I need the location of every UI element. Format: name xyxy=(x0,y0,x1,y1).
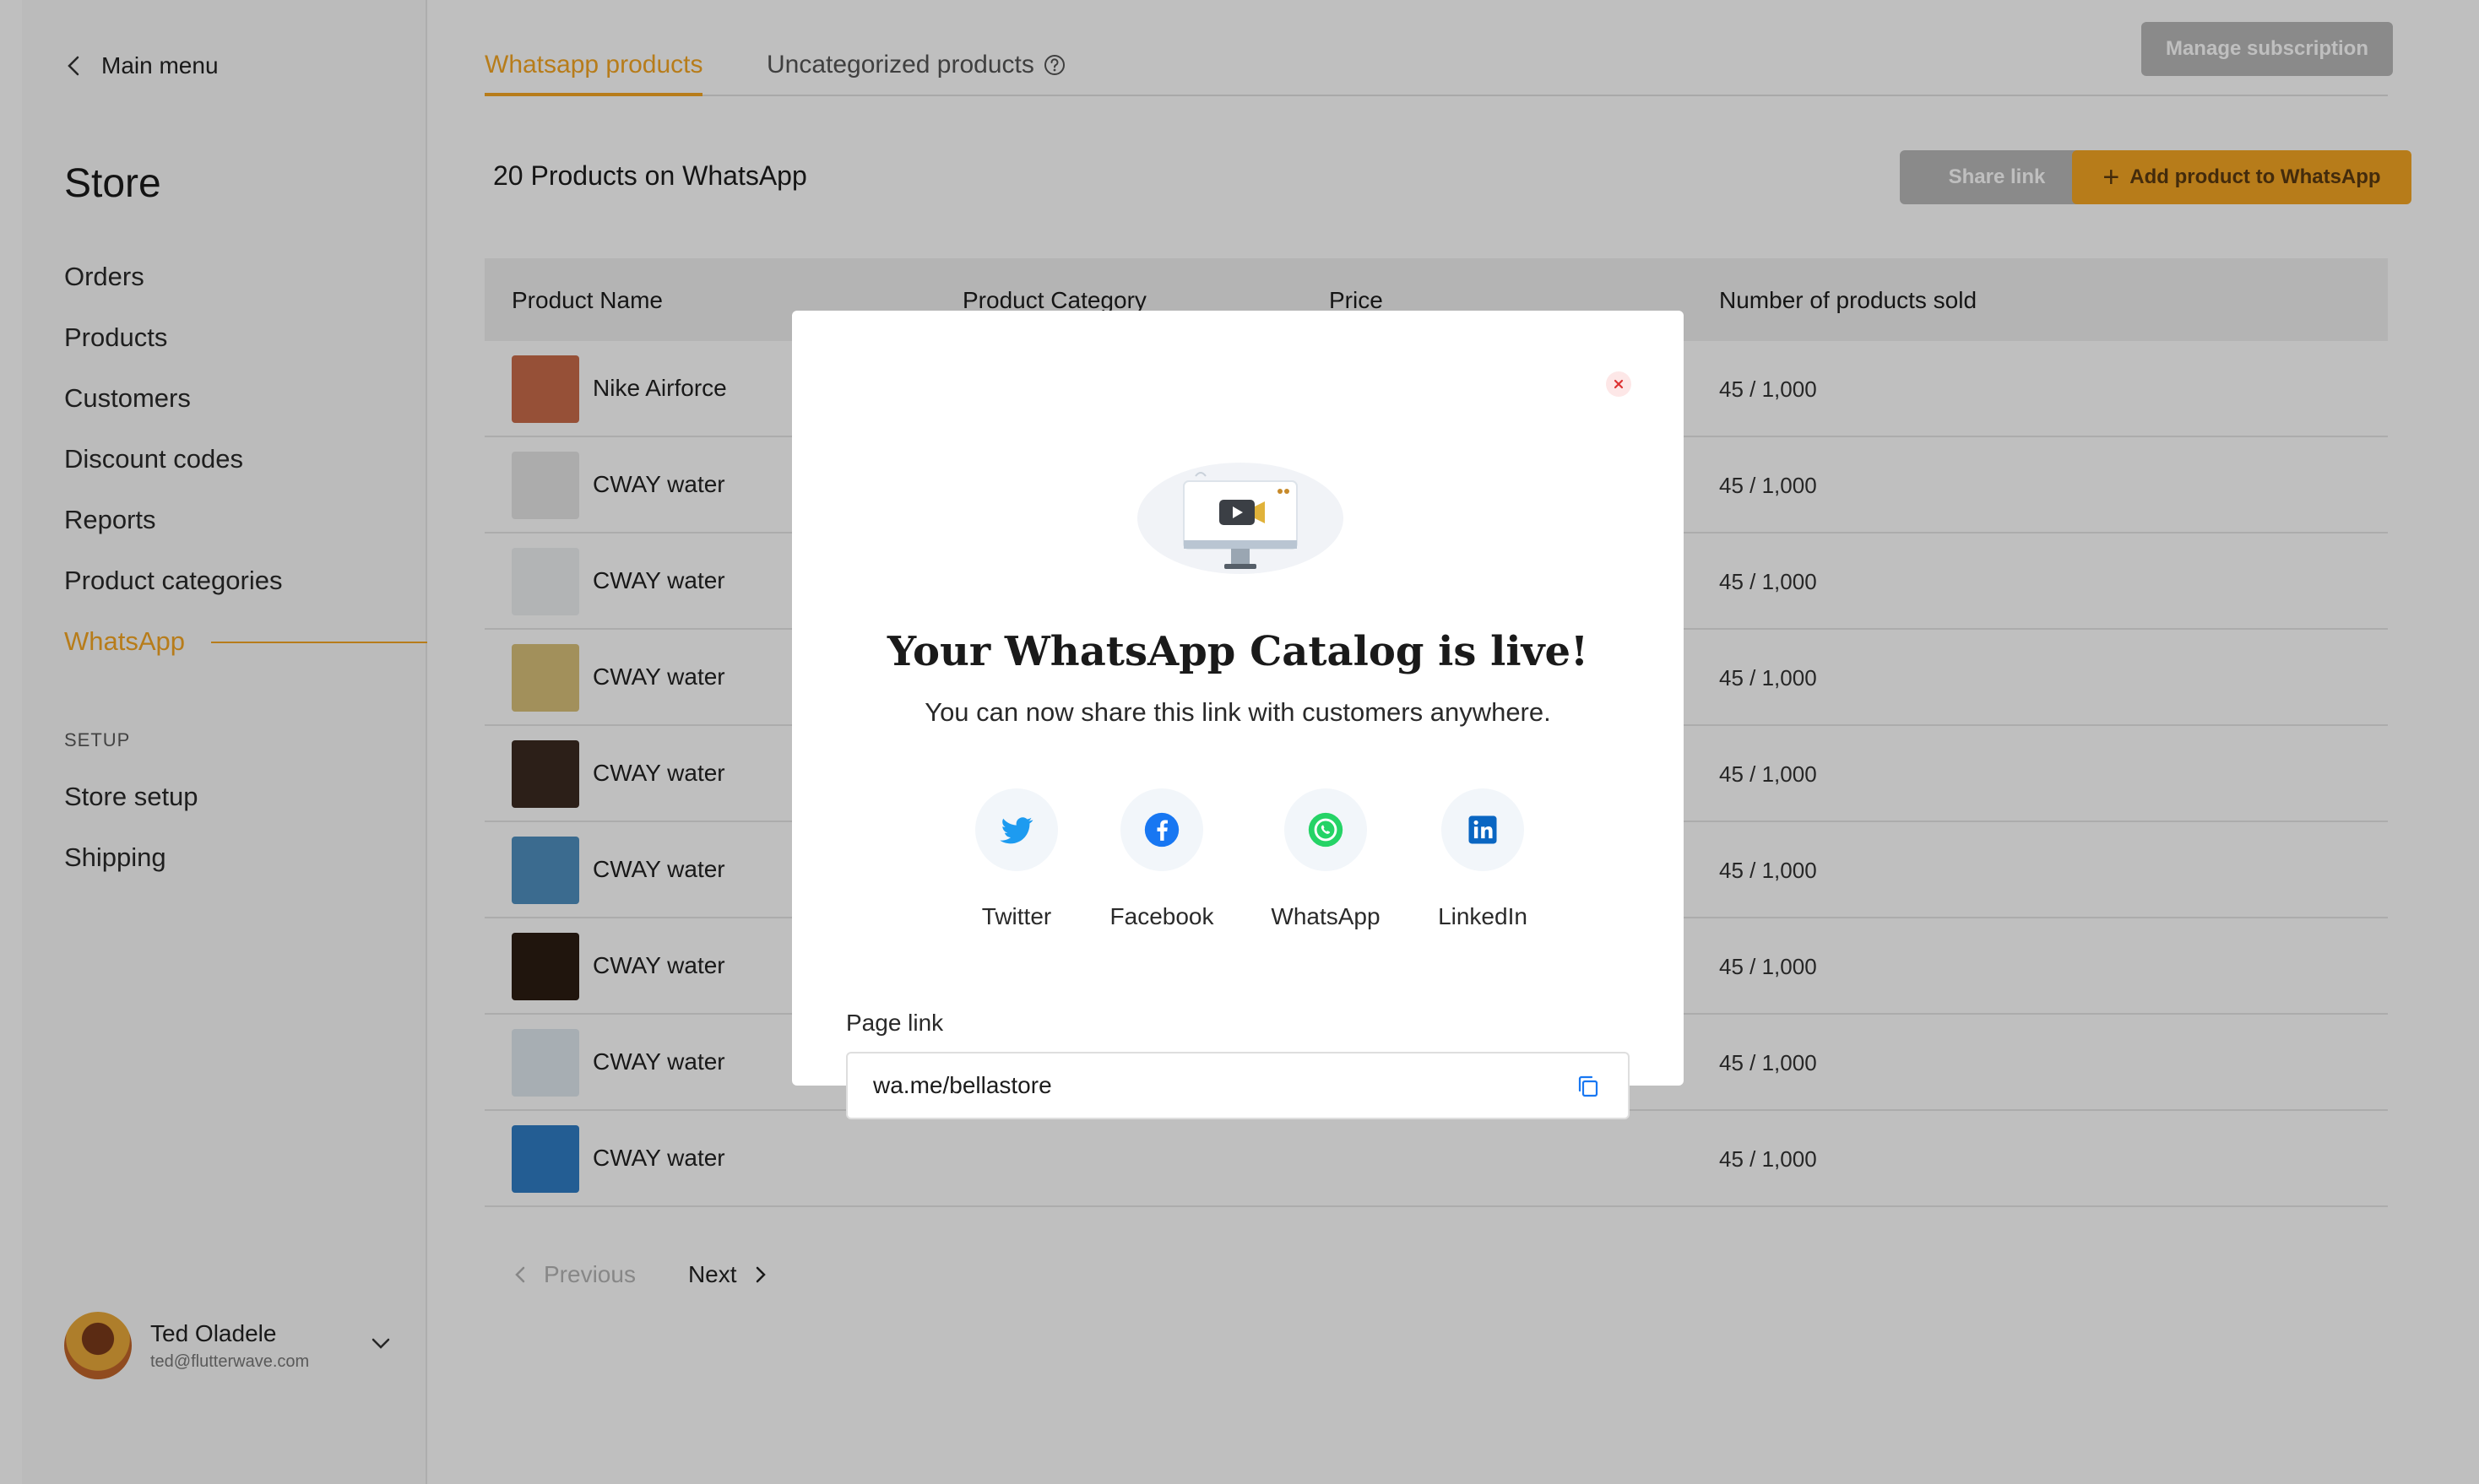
share-linkedin[interactable]: LinkedIn xyxy=(1415,788,1550,930)
catalog-illustration xyxy=(1137,463,1343,574)
share-facebook[interactable]: Facebook xyxy=(1094,788,1229,930)
facebook-icon xyxy=(1144,812,1180,848)
share-whatsapp[interactable]: WhatsApp xyxy=(1258,788,1393,930)
facebook-icon-circle xyxy=(1120,788,1203,871)
whatsapp-icon xyxy=(1308,812,1343,848)
copy-icon[interactable] xyxy=(1574,1072,1603,1101)
share-twitter[interactable]: Twitter xyxy=(949,788,1084,930)
share-options: Twitter Facebook WhatsApp LinkedIn xyxy=(792,788,1684,932)
modal-title: Your WhatsApp Catalog is live! xyxy=(887,628,1589,675)
page-link-value[interactable]: wa.me/bellastore xyxy=(873,1072,1052,1099)
page-link-label: Page link xyxy=(846,1010,944,1036)
linkedin-icon-circle xyxy=(1441,788,1524,871)
whatsapp-icon-circle xyxy=(1284,788,1367,871)
twitter-icon xyxy=(1000,817,1033,844)
share-label: LinkedIn xyxy=(1438,903,1527,929)
catalog-live-modal: Your WhatsApp Catalog is live! You can n… xyxy=(792,311,1684,1119)
share-label: WhatsApp xyxy=(1271,903,1381,929)
twitter-icon-circle xyxy=(975,788,1058,871)
close-modal-button[interactable] xyxy=(1606,371,1631,397)
share-label: Twitter xyxy=(981,903,1052,929)
page-link-field[interactable]: wa.me/bellastore xyxy=(846,1052,1630,1119)
close-icon xyxy=(1614,379,1624,389)
share-label: Facebook xyxy=(1109,903,1214,929)
linkedin-icon xyxy=(1468,815,1497,844)
modal-subtitle: You can now share this link with custome… xyxy=(925,697,1551,727)
